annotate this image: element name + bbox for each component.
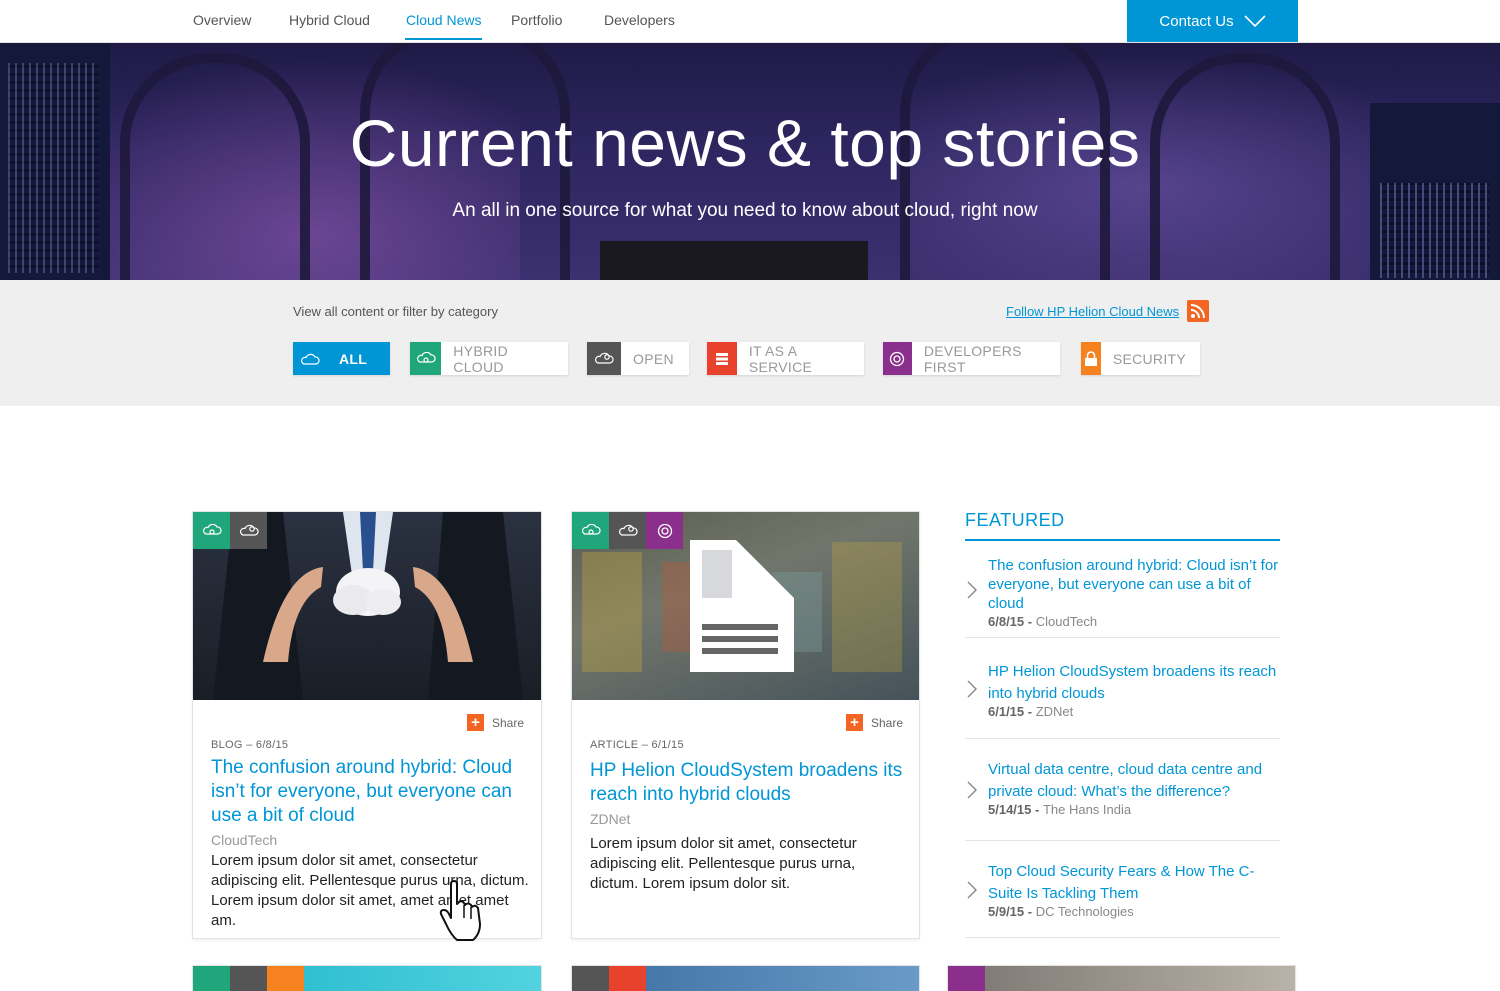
open-cloud-tag-icon[interactable] [230, 966, 267, 991]
chevron-right-icon [967, 781, 977, 799]
share-button[interactable]: + Share [467, 714, 524, 731]
filter-developers-first-label: DEVELOPERS FIRST [923, 342, 1022, 375]
chevron-right-icon [967, 680, 977, 698]
featured-item-separator: - [1024, 614, 1036, 629]
nav-item-developers[interactable]: Developers [604, 12, 675, 40]
filter-all[interactable]: ALL [293, 342, 390, 375]
featured-item-date: 5/9/15 [988, 904, 1025, 919]
card-title[interactable]: The confusion around hybrid: Cloud isn’t… [211, 756, 531, 828]
filter-label: View all content or filter by category [293, 304, 498, 319]
filter-open-label: OPEN [633, 350, 674, 367]
category-filter-bar: View all content or filter by category F… [0, 280, 1500, 406]
card-body: Lorem ipsum dolor sit amet, consectetur … [211, 852, 529, 929]
featured-item-source: The Hans India [1042, 802, 1132, 817]
server-tag-icon[interactable] [609, 966, 646, 991]
hybrid-cloud-icon [410, 342, 442, 375]
filter-all-label: ALL [339, 350, 368, 367]
page-subtitle: An all in one source for what you need t… [452, 200, 1038, 221]
news-card[interactable]: + Share BLOG – 6/8/15 The confusion arou… [193, 512, 541, 938]
featured-item-meta: 5/9/15 - DC Technologies [988, 904, 1134, 919]
building-windows-right [1380, 183, 1490, 278]
featured-item-meta: 6/8/15 - CloudTech [988, 614, 1097, 629]
featured-item-meta: 5/14/15 - The Hans India [988, 802, 1131, 817]
nav-item-overview[interactable]: Overview [193, 12, 251, 40]
filter-open[interactable]: OPEN [587, 342, 689, 375]
filter-hybrid-cloud-label: HYBRID CLOUD [453, 342, 508, 375]
featured-item[interactable]: Virtual data centre, cloud data centre a… [965, 759, 1280, 841]
news-card[interactable] [572, 966, 919, 991]
contact-us-label: Contact Us [1159, 12, 1234, 30]
plus-icon: + [846, 714, 863, 731]
hybrid-cloud-tag-icon[interactable] [193, 966, 230, 991]
card-body: Lorem ipsum dolor sit amet, consectetur … [590, 835, 857, 892]
server-icon [707, 342, 737, 375]
featured-item-title[interactable]: HP Helion CloudSystem broadens its reach… [988, 661, 1280, 705]
share-label: Share [492, 715, 525, 730]
card-title[interactable]: HP Helion CloudSystem broadens its reach… [590, 759, 905, 807]
card-source: ZDNet [590, 811, 631, 827]
chevron-down-icon [1244, 15, 1266, 27]
featured-item-separator: - [1031, 802, 1043, 817]
card-image[interactable] [948, 966, 1295, 991]
nav-item-portfolio[interactable]: Portfolio [511, 12, 562, 40]
featured-item-date: 5/14/15 [988, 802, 1032, 817]
contact-us-button[interactable]: Contact Us [1127, 0, 1298, 42]
featured-item-separator: - [1024, 904, 1036, 919]
plus-icon: + [467, 714, 484, 731]
developer-tag-icon[interactable] [948, 966, 985, 991]
follow-news[interactable]: Follow HP Helion Cloud News [1006, 300, 1210, 322]
follow-news-link[interactable]: Follow HP Helion Cloud News [1006, 304, 1179, 319]
open-cloud-tag-icon[interactable] [230, 512, 267, 549]
news-card[interactable] [948, 966, 1295, 991]
featured-item[interactable]: Top Cloud Security Fears & How The C-Sui… [965, 861, 1280, 938]
card-source: CloudTech [211, 832, 278, 848]
share-button[interactable]: + Share [846, 714, 903, 731]
featured-item-title[interactable]: Top Cloud Security Fears & How The C-Sui… [988, 861, 1280, 905]
filter-hybrid-cloud[interactable]: HYBRID CLOUD [410, 342, 568, 375]
news-card[interactable]: + Share ARTICLE – 6/1/15 HP Helion Cloud… [572, 512, 919, 938]
lock-icon [1081, 342, 1101, 375]
filter-security-label: SECURITY [1112, 350, 1186, 367]
open-cloud-tag-icon[interactable] [609, 512, 646, 549]
open-cloud-tag-icon[interactable] [572, 966, 609, 991]
filter-it-as-a-service[interactable]: IT AS A SERVICE [707, 342, 864, 375]
featured-item-title[interactable]: Virtual data centre, cloud data centre a… [988, 759, 1280, 803]
developer-tag-icon[interactable] [646, 512, 683, 549]
developer-icon [883, 342, 912, 375]
nav-item-hybrid-cloud[interactable]: Hybrid Cloud [289, 12, 370, 40]
hand-cursor-icon [439, 880, 481, 941]
top-navigation: Overview Hybrid Cloud Cloud News Portfol… [0, 0, 1500, 43]
filter-it-as-a-service-label: IT AS A SERVICE [748, 342, 813, 375]
featured-item-separator: - [1024, 704, 1036, 719]
news-card[interactable] [193, 966, 541, 991]
featured-item-source: ZDNet [1035, 704, 1074, 719]
featured-item-source: DC Technologies [1035, 904, 1134, 919]
featured-item[interactable]: HP Helion CloudSystem broadens its reach… [965, 661, 1280, 739]
featured-item-source: CloudTech [1035, 614, 1098, 629]
filter-security[interactable]: SECURITY [1081, 342, 1200, 375]
rss-icon[interactable] [1187, 300, 1210, 322]
featured-item-meta: 6/1/15 - ZDNet [988, 704, 1073, 719]
featured-heading: FEATURED [965, 510, 1280, 541]
chevron-right-icon [967, 881, 977, 899]
featured-item[interactable]: The confusion around hybrid: Cloud isn’t… [965, 556, 1280, 638]
open-cloud-icon [587, 342, 621, 375]
featured-item-date: 6/1/15 [988, 704, 1025, 719]
nav-item-cloud-news[interactable]: Cloud News [405, 12, 483, 40]
cloud-icon [293, 342, 327, 375]
featured-item-date: 6/8/15 [988, 614, 1025, 629]
featured-item-title[interactable]: The confusion around hybrid: Cloud isn’t… [988, 556, 1280, 613]
hybrid-cloud-tag-icon[interactable] [193, 512, 230, 549]
filter-developers-first[interactable]: DEVELOPERS FIRST [883, 342, 1060, 375]
chevron-right-icon [967, 581, 977, 599]
share-label: Share [871, 715, 904, 730]
card-meta: BLOG – 6/8/15 [211, 739, 289, 751]
hero-ground-block [600, 241, 868, 280]
card-meta: ARTICLE – 6/1/15 [590, 739, 684, 751]
lock-tag-icon[interactable] [267, 966, 304, 991]
hybrid-cloud-tag-icon[interactable] [572, 512, 609, 549]
page-title: Current news & top stories [349, 106, 1141, 180]
